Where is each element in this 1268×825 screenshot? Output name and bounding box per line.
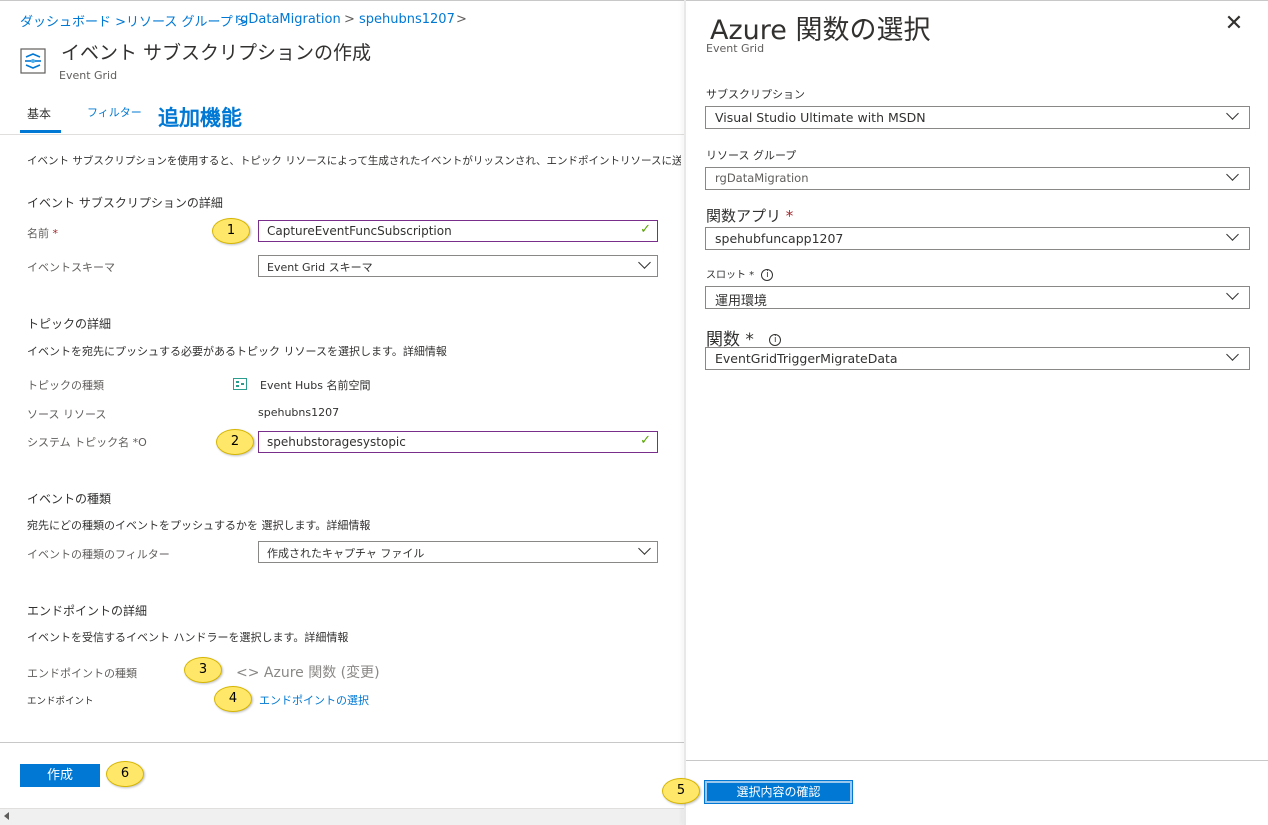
event-types-heading: イベントの種類	[27, 492, 112, 506]
page-title: イベント サブスクリプションの作成	[61, 42, 372, 64]
confirm-selection-button[interactable]: 選択内容の確認	[704, 780, 853, 804]
function-app-label: 関数アプリ *	[706, 205, 793, 226]
name-input-value: CaptureEventFuncSubscription	[267, 224, 452, 238]
horizontal-scrollbar[interactable]	[0, 808, 684, 825]
endpoint-type-label: エンドポイントの種類	[27, 667, 137, 680]
function-select-value: EventGridTriggerMigrateData	[715, 351, 898, 366]
info-icon[interactable]: i	[761, 269, 774, 281]
callout-3: 3	[184, 657, 222, 683]
breadcrumb: ダッシュボード >リソース グループ >	[20, 11, 248, 30]
callout-5: 5	[662, 778, 700, 804]
breadcrumb-separator: >	[344, 12, 355, 27]
system-topic-input[interactable]: spehubstoragesystopic ✓	[258, 431, 658, 453]
slot-label-text: スロット *	[706, 270, 755, 281]
source-resource-value: spehubns1207	[258, 406, 340, 419]
resource-group-label: リソース グループ	[706, 149, 797, 162]
pane-subtitle: Event Grid	[706, 42, 765, 55]
scroll-left-icon[interactable]	[4, 812, 9, 820]
callout-6: 6	[106, 761, 144, 787]
page-subtitle: Event Grid	[59, 69, 118, 82]
chevron-down-icon	[1226, 228, 1239, 241]
resource-group-select-value: rgDataMigration	[715, 171, 809, 185]
topic-type-value: Event Hubs 名前空間	[260, 379, 371, 392]
breadcrumb-item-rg[interactable]: rgDataMigration	[235, 12, 341, 27]
callout-2: 2	[216, 429, 254, 455]
name-label: 名前 *	[27, 225, 58, 241]
chevron-down-icon	[1226, 287, 1239, 300]
slot-label: スロット * i	[706, 266, 774, 281]
function-select[interactable]: EventGridTriggerMigrateData	[705, 347, 1250, 370]
schema-select-value: Event Grid スキーマ	[267, 261, 373, 274]
function-app-label-text: 関数アプリ	[706, 207, 782, 225]
valid-check-icon: ✓	[640, 222, 651, 237]
required-mark: *	[785, 207, 794, 225]
function-app-select-value: spehubfuncapp1207	[715, 231, 844, 246]
create-button[interactable]: 作成	[20, 764, 100, 787]
event-type-filter-value: 作成されたキャプチャ ファイル	[267, 547, 425, 560]
subscription-select[interactable]: Visual Studio Ultimate with MSDN	[705, 106, 1250, 129]
endpoint-details-description: イベントを受信するイベント ハンドラーを選択します。詳細情報	[27, 631, 349, 644]
pane-divider	[684, 0, 686, 825]
chevron-down-icon	[638, 256, 651, 269]
schema-select[interactable]: Event Grid スキーマ	[258, 255, 658, 277]
pane-footer-divider	[686, 760, 1268, 761]
subscription-details-heading: イベント サブスクリプションの詳細	[27, 196, 223, 210]
chevron-down-icon	[638, 542, 651, 555]
tab-additional-features[interactable]: 追加機能	[158, 102, 242, 132]
close-icon[interactable]: ✕	[1224, 13, 1244, 35]
info-icon[interactable]: i	[769, 334, 782, 346]
subscription-label: サブスクリプション	[706, 88, 805, 101]
event-hubs-icon	[233, 378, 247, 390]
required-mark: *	[52, 227, 59, 240]
topic-details-heading: トピックの詳細	[27, 317, 112, 331]
topic-type-label: トピックの種類	[27, 379, 104, 392]
intro-text: イベント サブスクリプションを使用すると、トピック リソースによって生成されたイ…	[27, 155, 681, 167]
event-types-description: 宛先にどの種類のイベントをプッシュするかを 選択します。詳細情報	[27, 519, 371, 532]
callout-4: 4	[214, 686, 252, 712]
tab-active-indicator	[20, 130, 61, 133]
subscription-select-value: Visual Studio Ultimate with MSDN	[715, 110, 926, 125]
select-endpoint-link[interactable]: エンドポイントの選択	[259, 692, 369, 708]
event-type-filter-select[interactable]: 作成されたキャプチャ ファイル	[258, 541, 658, 563]
endpoint-details-heading: エンドポイントの詳細	[27, 604, 148, 618]
chevron-down-icon	[1226, 348, 1239, 361]
tabs-divider	[0, 134, 684, 135]
event-grid-icon	[20, 48, 46, 74]
breadcrumb-item-namespace[interactable]: spehubns1207	[359, 12, 455, 27]
system-topic-input-value: spehubstoragesystopic	[267, 435, 406, 449]
tab-filter[interactable]: フィルター	[87, 104, 142, 120]
footer-divider	[0, 742, 684, 743]
chevron-down-icon	[1226, 107, 1239, 120]
system-topic-label: システム トピック名 *O	[27, 436, 147, 449]
schema-label: イベントスキーマ	[27, 261, 115, 274]
resource-group-select[interactable]: rgDataMigration	[705, 167, 1250, 190]
breadcrumb-dashboard-rg[interactable]: ダッシュボード >リソース グループ >	[20, 15, 248, 30]
callout-1: 1	[212, 218, 250, 244]
endpoint-label: エンドポイント	[27, 696, 94, 707]
endpoint-type-change-link[interactable]: <> Azure 関数 (変更)	[236, 662, 380, 682]
chevron-down-icon	[1226, 168, 1239, 181]
name-label-text: 名前	[27, 227, 49, 240]
topic-details-description: イベントを宛先にプッシュする必要があるトピック リソースを選択します。詳細情報	[27, 345, 447, 358]
name-input[interactable]: CaptureEventFuncSubscription ✓	[258, 220, 658, 242]
valid-check-icon: ✓	[640, 433, 651, 448]
event-type-filter-label: イベントの種類のフィルター	[27, 548, 170, 561]
slot-select-value: 運用環境	[715, 294, 768, 309]
slot-select[interactable]: 運用環境	[705, 286, 1250, 309]
breadcrumb-separator: >	[456, 12, 467, 27]
tab-basic[interactable]: 基本	[27, 105, 51, 122]
top-border	[0, 0, 1268, 1]
source-resource-label: ソース リソース	[27, 408, 107, 421]
function-app-select[interactable]: spehubfuncapp1207	[705, 227, 1250, 250]
